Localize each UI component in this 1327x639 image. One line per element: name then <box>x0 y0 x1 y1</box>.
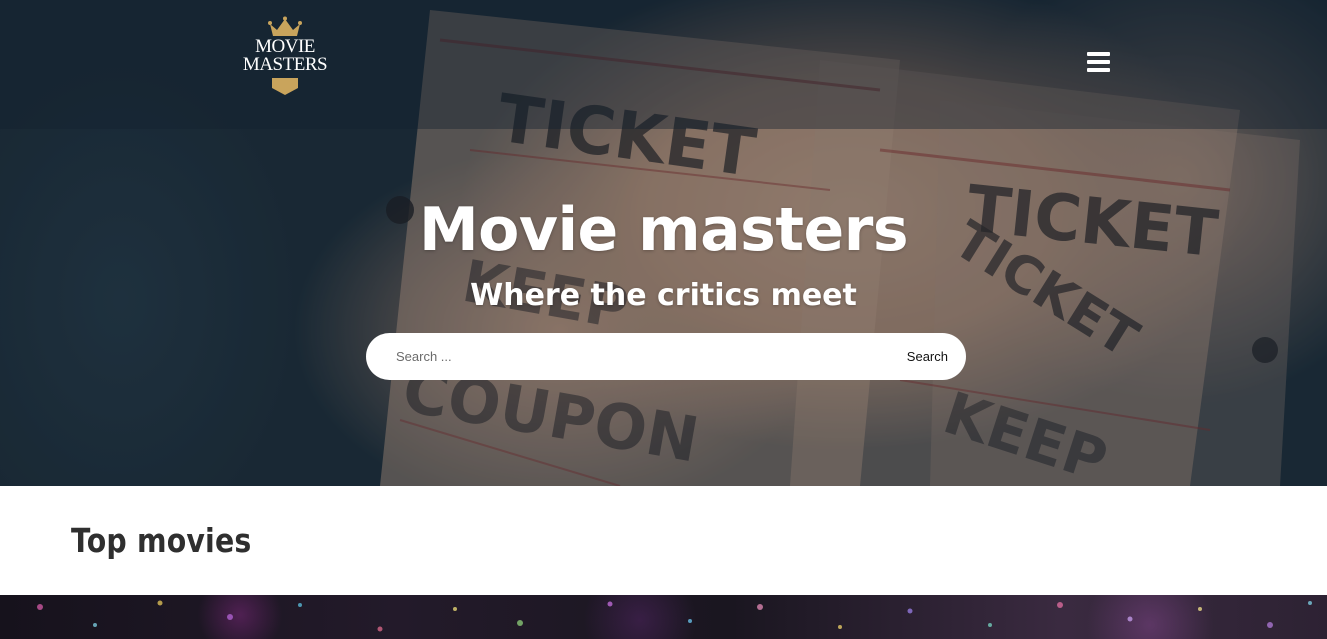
hero-title: Movie masters <box>418 195 909 265</box>
hero-banner: TICKET TICKET TICKET KEEP COUPON KEEP MO… <box>0 0 1327 486</box>
hamburger-menu-icon[interactable] <box>1087 52 1111 74</box>
logo-ribbon-icon <box>272 78 298 95</box>
top-movies-heading: Top movies <box>71 521 252 560</box>
site-header: MOVIE MASTERS <box>0 0 1327 129</box>
hero-subtitle: Where the critics meet <box>470 278 857 313</box>
crown-icon <box>268 16 302 36</box>
logo-text-line2: MASTERS <box>242 54 328 75</box>
page: TICKET TICKET TICKET KEEP COUPON KEEP MO… <box>0 0 1327 639</box>
site-logo[interactable]: MOVIE MASTERS <box>236 16 334 104</box>
search-button[interactable]: Search <box>907 333 948 380</box>
top-movies-banner-image <box>0 595 1327 639</box>
confetti-decoration <box>37 600 1312 632</box>
menu-bar-bottom <box>1087 68 1110 72</box>
search-input[interactable] <box>396 333 866 380</box>
search-form: Search <box>366 333 966 380</box>
menu-bar-middle <box>1087 60 1110 64</box>
menu-bar-top <box>1087 52 1110 56</box>
